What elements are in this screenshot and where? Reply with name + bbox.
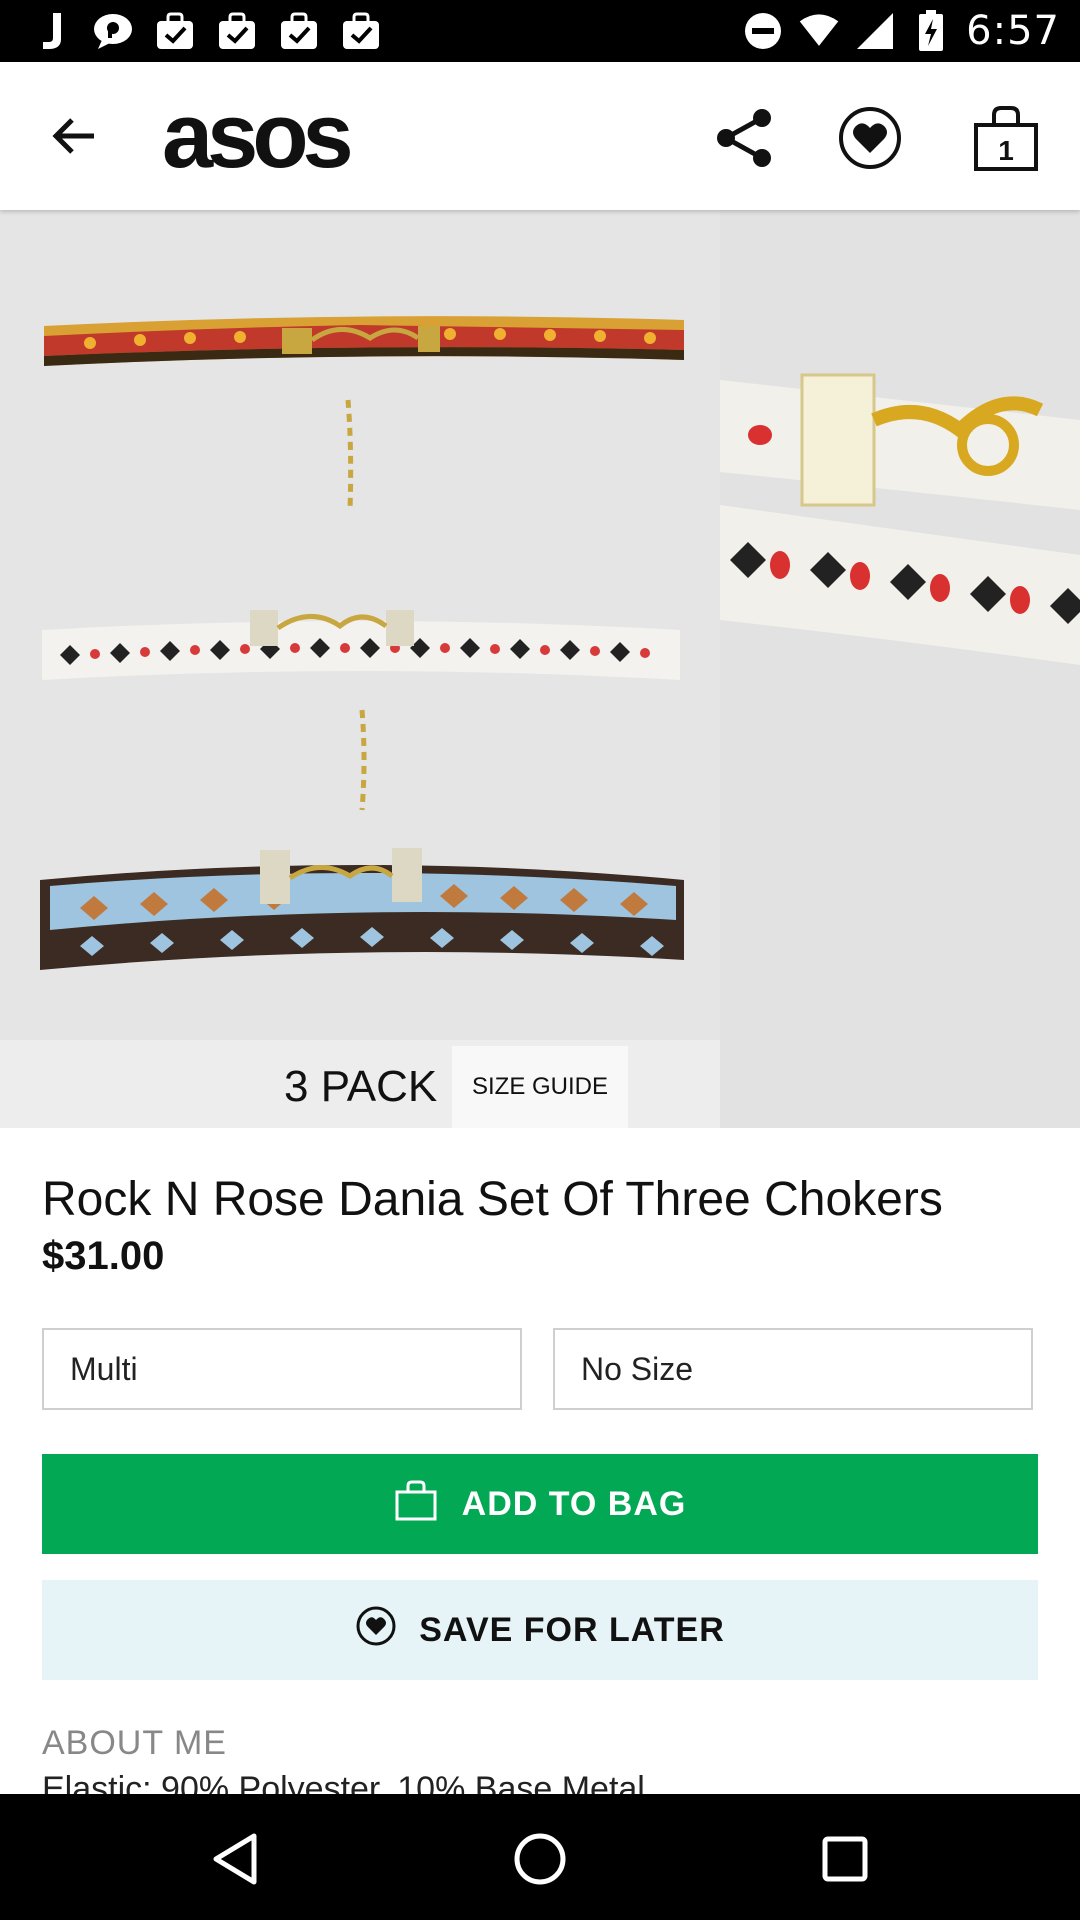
j-icon <box>30 10 72 52</box>
system-nav-bar <box>0 1794 1080 1920</box>
variant-label: 3 PACK <box>284 1062 438 1111</box>
bag-check-icon <box>216 10 258 52</box>
heart-circle-icon <box>355 1605 397 1656</box>
colour-select[interactable]: Multi <box>42 1328 522 1410</box>
size-guide-button[interactable]: SIZE GUIDE <box>452 1046 628 1128</box>
clock: 6:57 <box>966 8 1060 54</box>
bag-icon[interactable]: 1 <box>968 100 1044 176</box>
add-to-bag-label: ADD TO BAG <box>461 1484 687 1523</box>
product-image-main[interactable] <box>0 210 720 1040</box>
home-circle-icon[interactable] <box>505 1824 575 1894</box>
brand-logo[interactable]: asos <box>162 84 354 189</box>
save-for-later-label: SAVE FOR LATER <box>419 1610 725 1649</box>
back-triangle-icon[interactable] <box>200 1824 270 1894</box>
chat-icon <box>92 10 134 52</box>
bag-check-icon <box>154 10 196 52</box>
heart-icon[interactable] <box>832 100 908 176</box>
product-title: Rock N Rose Dania Set Of Three Chokers <box>42 1173 943 1226</box>
bag-count: 1 <box>998 135 1014 166</box>
recents-square-icon[interactable] <box>810 1824 880 1894</box>
size-select[interactable]: No Size <box>553 1328 1033 1410</box>
add-to-bag-button[interactable]: ADD TO BAG <box>42 1454 1038 1554</box>
app-header: asos 1 <box>0 62 1080 210</box>
share-icon[interactable] <box>706 100 782 176</box>
product-image-gallery[interactable]: 3 PACK SIZE GUIDE <box>0 210 1080 1128</box>
image-caption-bar: 3 PACK SIZE GUIDE <box>0 1040 720 1128</box>
about-heading: ABOUT ME <box>42 1724 227 1762</box>
status-bar: 6:57 <box>0 0 1080 62</box>
bag-outline-icon <box>394 1479 438 1530</box>
product-price: $31.00 <box>42 1234 165 1278</box>
battery-charging-icon <box>910 10 952 52</box>
bag-check-icon <box>340 10 382 52</box>
do-not-disturb-icon <box>742 10 784 52</box>
signal-icon <box>854 10 896 52</box>
product-image-next[interactable] <box>720 210 1080 1128</box>
save-for-later-button[interactable]: SAVE FOR LATER <box>42 1580 1038 1680</box>
wifi-icon <box>798 10 840 52</box>
back-arrow-icon[interactable] <box>44 106 104 166</box>
bag-check-icon <box>278 10 320 52</box>
